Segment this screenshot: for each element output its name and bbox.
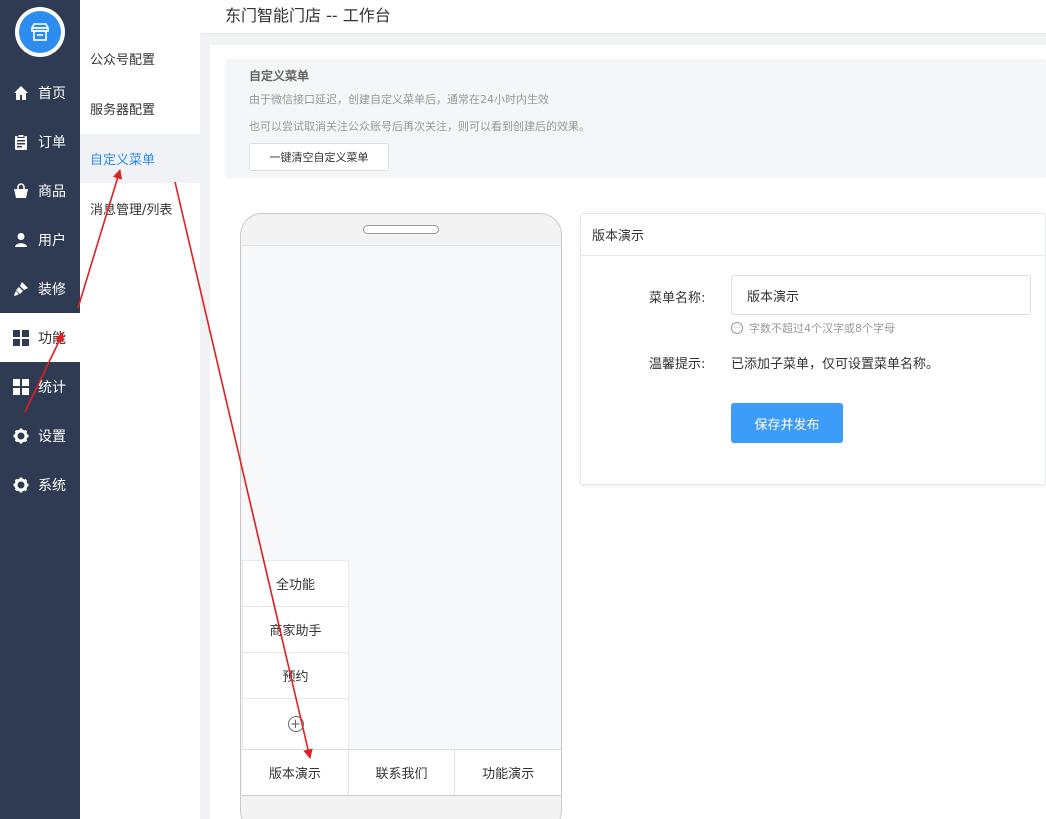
subnav-item-label: 公众号配置 <box>90 53 156 68</box>
menu-edit-panel: 版本演示 菜单名称: ··· 字数不超过4个汉字或8个字母 温馨提示: 已添加子… <box>580 213 1046 485</box>
nav-statistics[interactable]: 统计 <box>0 362 80 411</box>
clear-custom-menu-button[interactable]: 一键清空自定义菜单 <box>249 143 389 171</box>
phone-bottom-menu: 版本演示 联系我们 功能演示 <box>242 749 561 796</box>
notice-title: 自定义菜单 <box>249 69 310 83</box>
subnav-custom-menu[interactable]: 自定义菜单 <box>80 134 200 183</box>
submenu-item[interactable]: 商家助手 <box>243 607 348 653</box>
nav-products[interactable]: 商品 <box>0 166 80 215</box>
nav-system-label: 系统 <box>38 477 66 494</box>
grid-icon <box>13 378 29 395</box>
top-header: 东门智能门店 -- 工作台 <box>200 0 1046 34</box>
tip-label: 温馨提示: <box>649 357 706 372</box>
subnav-item-label: 自定义菜单 <box>90 153 156 168</box>
store-icon <box>19 11 61 53</box>
nav-statistics-label: 统计 <box>38 379 66 396</box>
notice-text: 由于微信接口延迟，创建自定义菜单后，通常在24小时内生效 <box>249 93 549 106</box>
panel-title: 版本演示 <box>581 214 1045 256</box>
grid-icon <box>13 329 29 346</box>
menu-item-contact-us[interactable]: 联系我们 <box>349 750 456 795</box>
feature-subnav: 公众号配置 服务器配置 自定义菜单 消息管理/列表 <box>80 0 200 819</box>
menu-name-hint: ··· 字数不超过4个汉字或8个字母 <box>731 320 895 336</box>
menu-name-input[interactable] <box>731 275 1031 315</box>
nav-orders-label: 订单 <box>38 134 66 151</box>
notice-text: 也可以尝试取消关注公众账号后再次关注，则可以看到创建后的效果。 <box>249 120 590 133</box>
info-icon: ··· <box>731 322 743 334</box>
nav-settings-label: 设置 <box>38 428 66 445</box>
nav-users[interactable]: 用户 <box>0 215 80 264</box>
menu-name-label: 菜单名称: <box>649 291 706 306</box>
gear-icon <box>13 477 29 493</box>
nav-home-label: 首页 <box>38 85 66 102</box>
nav-features[interactable]: 功能 <box>0 313 80 362</box>
nav-home[interactable]: 首页 <box>0 68 80 117</box>
gear-icon <box>13 428 29 444</box>
subnav-server-config[interactable]: 服务器配置 <box>80 84 200 133</box>
home-icon <box>13 85 29 101</box>
page-title: 东门智能门店 -- 工作台 <box>225 6 391 25</box>
nav-decoration-label: 装修 <box>38 281 66 298</box>
subnav-message-management[interactable]: 消息管理/列表 <box>80 184 200 233</box>
save-and-publish-button[interactable]: 保存并发布 <box>731 403 843 443</box>
nav-users-label: 用户 <box>38 232 66 249</box>
nav-orders[interactable]: 订单 <box>0 117 80 166</box>
nav-features-label: 功能 <box>38 330 66 347</box>
nav-system[interactable]: 系统 <box>0 460 80 509</box>
nav-products-label: 商品 <box>38 183 66 200</box>
plus-circle-icon: + <box>287 716 304 732</box>
phone-preview: 全功能 商家助手 预约 + 版本演示 联系我们 功能演示 <box>240 213 562 819</box>
phone-speaker <box>363 225 439 234</box>
menu-item-feature-demo[interactable]: 功能演示 <box>455 750 561 795</box>
shopping-bag-icon <box>13 182 29 199</box>
subnav-item-label: 消息管理/列表 <box>90 203 173 218</box>
nav-decoration[interactable]: 装修 <box>0 264 80 313</box>
tip-text: 已添加子菜单，仅可设置菜单名称。 <box>731 357 940 372</box>
subnav-item-label: 服务器配置 <box>90 103 156 118</box>
clipboard-icon <box>13 133 29 150</box>
add-submenu-button[interactable]: + <box>243 699 348 749</box>
subnav-official-account-config[interactable]: 公众号配置 <box>80 34 200 83</box>
submenu-item[interactable]: 预约 <box>243 653 348 699</box>
submenu-list: 全功能 商家助手 预约 + <box>242 560 349 749</box>
submenu-item[interactable]: 全功能 <box>243 561 348 607</box>
menu-item-version-demo[interactable]: 版本演示 <box>242 750 349 795</box>
main-sidebar: 首页 订单 商品 用户 装修 功能 统计 设置 系统 <box>0 0 80 819</box>
user-icon <box>13 232 29 248</box>
brush-icon <box>13 281 29 297</box>
custom-menu-notice: 自定义菜单 由于微信接口延迟，创建自定义菜单后，通常在24小时内生效 也可以尝试… <box>225 59 1046 178</box>
hint-text: 字数不超过4个汉字或8个字母 <box>749 322 895 335</box>
nav-settings[interactable]: 设置 <box>0 411 80 460</box>
store-logo[interactable] <box>15 7 65 57</box>
